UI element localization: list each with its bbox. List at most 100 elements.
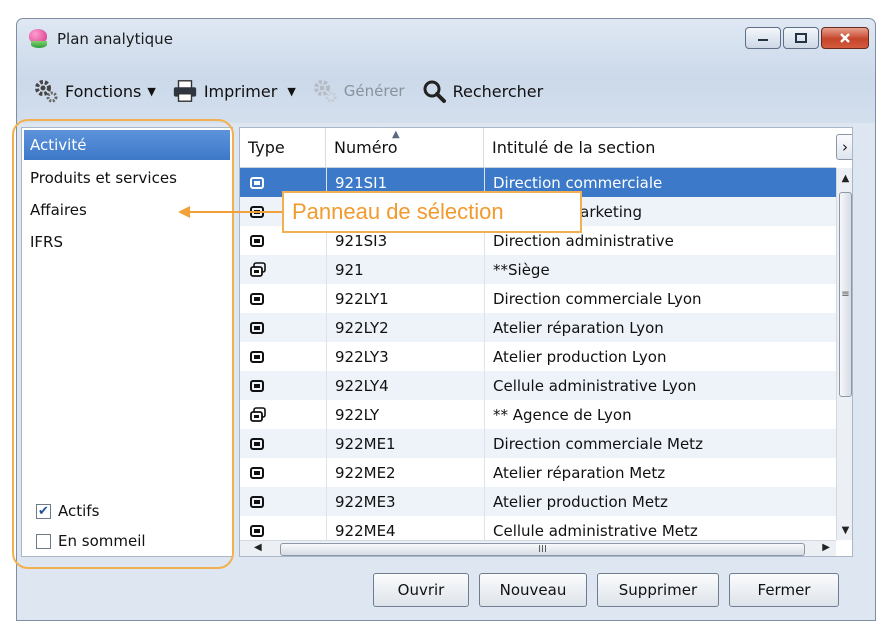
column-header-type[interactable]: Type — [240, 128, 326, 167]
type-cell — [240, 487, 326, 516]
section-icon — [250, 321, 264, 335]
vertical-scrollbar[interactable]: ▲ ≡ ▼ — [836, 168, 852, 540]
type-cell — [240, 255, 326, 284]
left-item-produits[interactable]: Produits et services — [22, 162, 232, 194]
left-item-activite[interactable]: Activité — [24, 130, 230, 160]
scroll-down-arrow[interactable]: ▼ — [837, 520, 852, 540]
chevron-down-icon: ▼ — [287, 84, 296, 98]
horizontal-scrollbar[interactable]: ◀ III ▶ — [240, 540, 836, 556]
actifs-checkbox-row[interactable]: ✔ Actifs — [26, 496, 238, 526]
window-controls — [745, 27, 869, 49]
close-button[interactable] — [821, 27, 869, 49]
left-item-label: Activité — [30, 136, 87, 154]
annotation-arrow-line — [190, 211, 282, 213]
left-item-affaires[interactable]: Affaires — [22, 194, 232, 226]
section-icon — [250, 379, 264, 393]
annotation-label: Panneau de sélection — [282, 191, 582, 233]
maximize-icon — [795, 33, 807, 43]
section-icon — [250, 234, 264, 248]
imprimer-button[interactable]: Imprimer — [172, 78, 278, 104]
intitule-cell: Atelier production Lyon — [484, 342, 836, 371]
table-row[interactable]: 922LY2 Atelier réparation Lyon — [240, 313, 836, 342]
column-header-label: Intitulé de la section — [492, 138, 656, 157]
intitule-cell: ** Agence de Lyon — [484, 400, 836, 429]
table-row[interactable]: 922ME3 Atelier production Metz — [240, 487, 836, 516]
fermer-button[interactable]: Fermer — [729, 573, 839, 607]
table-row[interactable]: 922ME2 Atelier réparation Metz — [240, 458, 836, 487]
table-row[interactable]: 922LY3 Atelier production Lyon — [240, 342, 836, 371]
group-icon — [250, 261, 266, 278]
group-icon — [250, 406, 266, 423]
gears-icon — [33, 78, 59, 104]
rechercher-button[interactable]: Rechercher — [421, 78, 543, 104]
section-icon — [250, 350, 264, 364]
minimize-button[interactable] — [745, 27, 781, 49]
sommeil-checkbox-row[interactable]: En sommeil — [26, 526, 238, 556]
numero-cell: 922LY — [326, 400, 484, 429]
section-icon — [250, 292, 264, 306]
left-item-label: Produits et services — [30, 169, 177, 187]
window-title: Plan analytique — [57, 30, 173, 48]
scroll-up-arrow[interactable]: ▲ — [837, 168, 852, 188]
table-row[interactable]: 922LY4 Cellule administrative Lyon — [240, 371, 836, 400]
type-cell — [240, 342, 326, 371]
scroll-right-arrow[interactable]: ▶ — [822, 542, 830, 553]
type-cell — [240, 284, 326, 313]
left-item-ifrs[interactable]: IFRS — [22, 226, 232, 258]
window: Plan analytique Fonctions ▼ Imprimer ▼ G… — [16, 18, 876, 621]
numero-cell: 921 — [326, 255, 484, 284]
maximize-button[interactable] — [783, 27, 819, 49]
title-bar[interactable]: Plan analytique — [17, 19, 875, 59]
section-icon — [250, 437, 264, 451]
imprimer-label: Imprimer — [203, 81, 278, 101]
column-header-intitule[interactable]: Intitulé de la section — [484, 128, 836, 167]
horizontal-scroll-thumb[interactable]: III — [280, 543, 805, 556]
grid-header: Type ▲ Numéro Intitulé de la section — [240, 128, 836, 168]
ouvrir-button[interactable]: Ouvrir — [373, 573, 469, 607]
sort-ascending-icon: ▲ — [392, 129, 400, 140]
numero-cell: 922LY4 — [326, 371, 484, 400]
intitule-cell: Cellule administrative Lyon — [484, 371, 836, 400]
section-icon — [250, 176, 264, 190]
intitule-cell: Direction commerciale Lyon — [484, 284, 836, 313]
dialog-buttons: Ouvrir Nouveau Supprimer Fermer — [373, 573, 839, 607]
type-cell — [240, 458, 326, 487]
printer-icon — [172, 78, 198, 104]
column-header-numero[interactable]: ▲ Numéro — [326, 128, 484, 167]
status-filters: ✔ Actifs En sommeil — [26, 496, 238, 556]
generer-button: Générer — [312, 78, 405, 104]
numero-cell: 922LY3 — [326, 342, 484, 371]
actifs-checkbox[interactable]: ✔ — [36, 503, 51, 519]
close-icon — [840, 33, 850, 43]
column-header-label: Numéro — [334, 138, 398, 157]
type-cell — [240, 400, 326, 429]
numero-cell: 922ME2 — [326, 458, 484, 487]
actifs-label: Actifs — [58, 502, 100, 520]
fonctions-menu[interactable]: Fonctions ▼ — [33, 78, 156, 104]
left-item-label: IFRS — [30, 233, 63, 251]
app-icon — [29, 29, 49, 49]
table-row[interactable]: 922ME1 Direction commerciale Metz — [240, 429, 836, 458]
left-item-label: Affaires — [30, 201, 87, 219]
scroll-columns-right-button[interactable]: › — [836, 134, 852, 160]
intitule-cell: Direction commerciale Metz — [484, 429, 836, 458]
table-row[interactable]: 922LY ** Agence de Lyon — [240, 400, 836, 429]
intitule-cell: Atelier production Metz — [484, 487, 836, 516]
vertical-scroll-thumb[interactable]: ≡ — [839, 192, 852, 397]
table-row[interactable]: 921 **Siège — [240, 255, 836, 284]
toolbar: Fonctions ▼ Imprimer ▼ Générer Recherche… — [17, 71, 875, 111]
nouveau-button[interactable]: Nouveau — [479, 573, 587, 607]
supprimer-button[interactable]: Supprimer — [597, 573, 719, 607]
table-row[interactable]: 922LY1 Direction commerciale Lyon — [240, 284, 836, 313]
numero-cell: 922LY2 — [326, 313, 484, 342]
section-icon — [250, 495, 264, 509]
imprimer-dropdown[interactable]: ▼ — [287, 85, 295, 98]
type-cell — [240, 313, 326, 342]
selection-panel: Activité Produits et services Affaires I… — [21, 127, 233, 557]
generer-label: Générer — [343, 82, 405, 100]
section-icon — [250, 524, 264, 538]
sommeil-checkbox[interactable] — [36, 533, 51, 549]
column-header-label: Type — [248, 138, 285, 157]
type-cell — [240, 371, 326, 400]
scroll-left-arrow[interactable]: ◀ — [254, 542, 262, 553]
